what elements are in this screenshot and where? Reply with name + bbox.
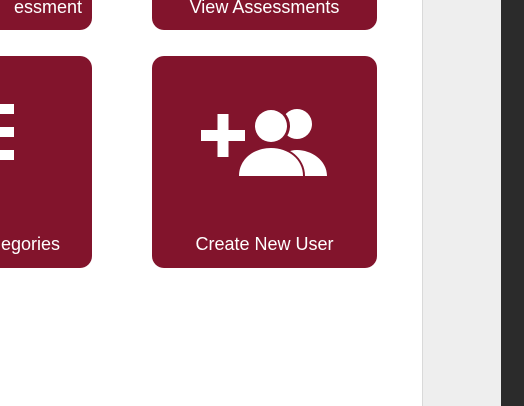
create-new-user-tile[interactable]: Create New User [152, 56, 377, 268]
icon-container [152, 106, 377, 176]
tile-label: essment [13, 0, 82, 17]
manage-assessment-tile[interactable]: essment [0, 0, 92, 30]
add-users-icon [200, 107, 327, 176]
categories-tile[interactable]: egories [0, 56, 92, 268]
tile-label: Create New User [195, 234, 334, 254]
view-assessments-tile[interactable]: View Assessments [152, 0, 377, 30]
tile-label: egories [0, 234, 60, 254]
window-edge [501, 0, 524, 406]
tile-label: View Assessments [189, 0, 340, 17]
app-viewport: essment View Assessments egories Create … [0, 0, 524, 406]
side-panel [422, 0, 501, 406]
list-icon [0, 104, 14, 160]
dashboard-main: essment View Assessments egories Create … [0, 0, 422, 406]
